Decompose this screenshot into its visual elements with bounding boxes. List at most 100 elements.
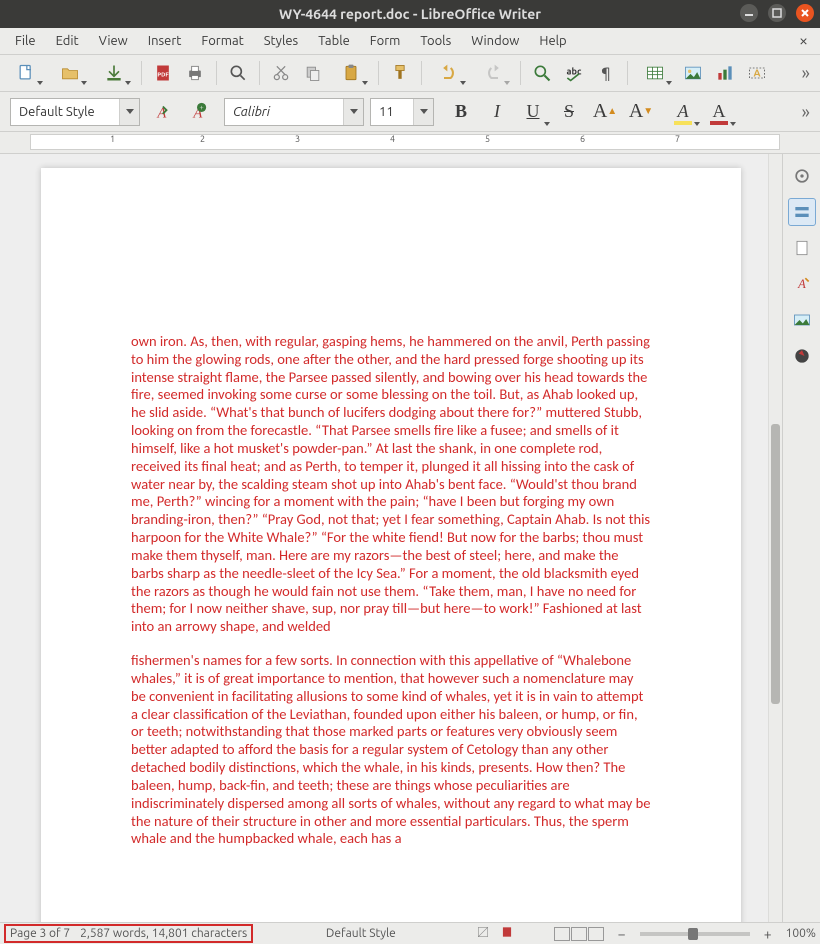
status-insert-mode-icon[interactable]	[500, 925, 514, 942]
zoom-in-button[interactable]: +	[760, 926, 776, 942]
menu-styles[interactable]: Styles	[255, 31, 307, 51]
menu-tools[interactable]: Tools	[411, 31, 460, 51]
window-title: WY-4644 report.doc - LibreOffice Writer	[279, 6, 541, 22]
menu-edit[interactable]: Edit	[47, 31, 88, 51]
toolbar-overflow-button[interactable]: »	[798, 63, 814, 83]
status-wordcount[interactable]: 2,587 words, 14,801 characters	[80, 927, 247, 940]
cut-button[interactable]	[267, 59, 295, 87]
font-size-arrow[interactable]	[413, 99, 433, 125]
status-pageinfo-highlight: Page 3 of 7 2,587 words, 14,801 characte…	[4, 924, 253, 943]
ruler-tick: 4	[390, 134, 395, 144]
sidebar-page-button[interactable]	[788, 234, 816, 262]
sidebar-settings-button[interactable]	[788, 162, 816, 190]
ruler-tick: 1	[110, 134, 115, 144]
update-style-button[interactable]: A	[146, 97, 176, 127]
paste-button[interactable]	[331, 59, 371, 87]
new-style-button[interactable]: A+	[182, 97, 212, 127]
paragraph-style-combo[interactable]: Default Style	[10, 98, 140, 126]
paragraph[interactable]: own iron. As, then, with regular, gaspin…	[131, 333, 651, 636]
menu-view[interactable]: View	[90, 31, 137, 51]
zoom-out-button[interactable]: −	[614, 926, 630, 942]
underline-button[interactable]: U	[518, 97, 548, 127]
strikethrough-button[interactable]: S	[554, 97, 584, 127]
main-area: own iron. As, then, with regular, gaspin…	[0, 154, 820, 922]
svg-text:PDF: PDF	[157, 72, 169, 78]
clone-formatting-button[interactable]	[386, 59, 414, 87]
menu-help[interactable]: Help	[530, 31, 575, 51]
status-bar: Page 3 of 7 2,587 words, 14,801 characte…	[0, 922, 820, 944]
menu-window[interactable]: Window	[462, 31, 528, 51]
horizontal-ruler[interactable]: 1 2 3 4 5 6 7	[0, 132, 820, 154]
zoom-slider[interactable]	[640, 932, 750, 936]
new-button[interactable]	[6, 59, 46, 87]
open-button[interactable]	[50, 59, 90, 87]
ruler-tick: 3	[295, 134, 300, 144]
window-titlebar: WY-4644 report.doc - LibreOffice Writer	[0, 0, 820, 28]
paragraph-style-value: Default Style	[11, 105, 119, 119]
window-close-button[interactable]	[796, 4, 814, 22]
sidebar-properties-button[interactable]	[788, 198, 816, 226]
ruler-tick: 5	[485, 134, 490, 144]
font-name-combo[interactable]: Calibri	[224, 98, 364, 126]
find-replace-button[interactable]	[528, 59, 556, 87]
svg-text:A: A	[753, 67, 760, 78]
print-button[interactable]	[181, 59, 209, 87]
window-minimize-button[interactable]	[740, 4, 758, 22]
highlight-color-button[interactable]: A	[668, 97, 698, 127]
subscript-button[interactable]: A▼	[626, 97, 656, 127]
status-page[interactable]: Page 3 of 7	[10, 927, 70, 940]
ruler-tick: 2	[200, 134, 205, 144]
formatting-toolbar: Default Style A A+ Calibri 11 B I U S A▲…	[0, 92, 820, 132]
window-maximize-button[interactable]	[768, 4, 786, 22]
standard-toolbar: PDF abc ¶ A »	[0, 55, 820, 92]
formatting-marks-button[interactable]: ¶	[592, 59, 620, 87]
copy-button[interactable]	[299, 59, 327, 87]
zoom-slider-handle[interactable]	[688, 928, 698, 940]
font-color-button[interactable]: A	[704, 97, 734, 127]
font-size-combo[interactable]: 11	[370, 98, 434, 126]
vertical-scrollbar[interactable]	[768, 154, 782, 922]
sidebar-gallery-button[interactable]	[788, 306, 816, 334]
view-mode-icons[interactable]	[554, 927, 604, 941]
insert-image-button[interactable]	[679, 59, 707, 87]
redo-button[interactable]	[473, 59, 513, 87]
formatting-overflow-button[interactable]: »	[802, 102, 810, 122]
bold-button[interactable]: B	[446, 97, 476, 127]
menu-file[interactable]: File	[6, 31, 45, 51]
sidebar-navigator-button[interactable]	[788, 342, 816, 370]
ruler-tick: 6	[580, 134, 585, 144]
status-language-icon[interactable]	[476, 925, 490, 942]
document-page[interactable]: own iron. As, then, with regular, gaspin…	[41, 168, 741, 922]
menu-format[interactable]: Format	[192, 31, 252, 51]
zoom-value[interactable]: 100%	[786, 927, 816, 940]
superscript-button[interactable]: A▲	[590, 97, 620, 127]
status-style[interactable]: Default Style	[326, 927, 396, 940]
document-body[interactable]: own iron. As, then, with regular, gaspin…	[131, 333, 651, 848]
menu-bar: File Edit View Insert Format Styles Tabl…	[0, 28, 820, 55]
spellcheck-button[interactable]: abc	[560, 59, 588, 87]
svg-text:¶: ¶	[601, 64, 610, 81]
insert-chart-button[interactable]	[711, 59, 739, 87]
svg-text:+: +	[200, 103, 204, 112]
save-button[interactable]	[94, 59, 134, 87]
ruler-tick: 7	[675, 134, 680, 144]
sidebar-styles-button[interactable]: A	[788, 270, 816, 298]
paragraph[interactable]: fishermen's names for a few sorts. In co…	[131, 652, 651, 848]
font-name-arrow[interactable]	[343, 99, 363, 125]
close-document-button[interactable]: ×	[793, 32, 814, 50]
undo-button[interactable]	[429, 59, 469, 87]
font-size-value: 11	[371, 105, 413, 119]
svg-text:abc: abc	[567, 66, 582, 77]
document-scroll[interactable]: own iron. As, then, with regular, gaspin…	[0, 154, 782, 922]
sidebar-panel: A	[782, 154, 820, 922]
export-pdf-button[interactable]: PDF	[149, 59, 177, 87]
menu-insert[interactable]: Insert	[139, 31, 191, 51]
paragraph-style-arrow[interactable]	[119, 99, 139, 125]
italic-button[interactable]: I	[482, 97, 512, 127]
insert-table-button[interactable]	[635, 59, 675, 87]
menu-table[interactable]: Table	[309, 31, 359, 51]
insert-textbox-button[interactable]: A	[743, 59, 771, 87]
print-preview-button[interactable]	[224, 59, 252, 87]
menu-form[interactable]: Form	[361, 31, 410, 51]
scrollbar-thumb[interactable]	[771, 424, 780, 704]
